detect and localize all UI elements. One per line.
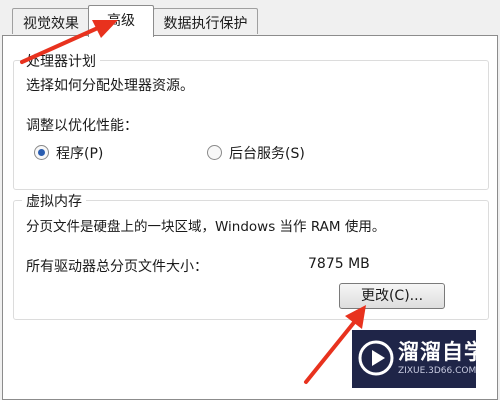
watermark-title: 溜溜自学 (398, 340, 486, 364)
watermark: 溜溜自学 ZIXUE.3D66.COM (352, 330, 485, 388)
arrow-to-advanced-tab (20, 20, 118, 64)
watermark-subtitle: ZIXUE.3D66.COM (398, 366, 477, 376)
play-logo-icon (358, 340, 394, 376)
